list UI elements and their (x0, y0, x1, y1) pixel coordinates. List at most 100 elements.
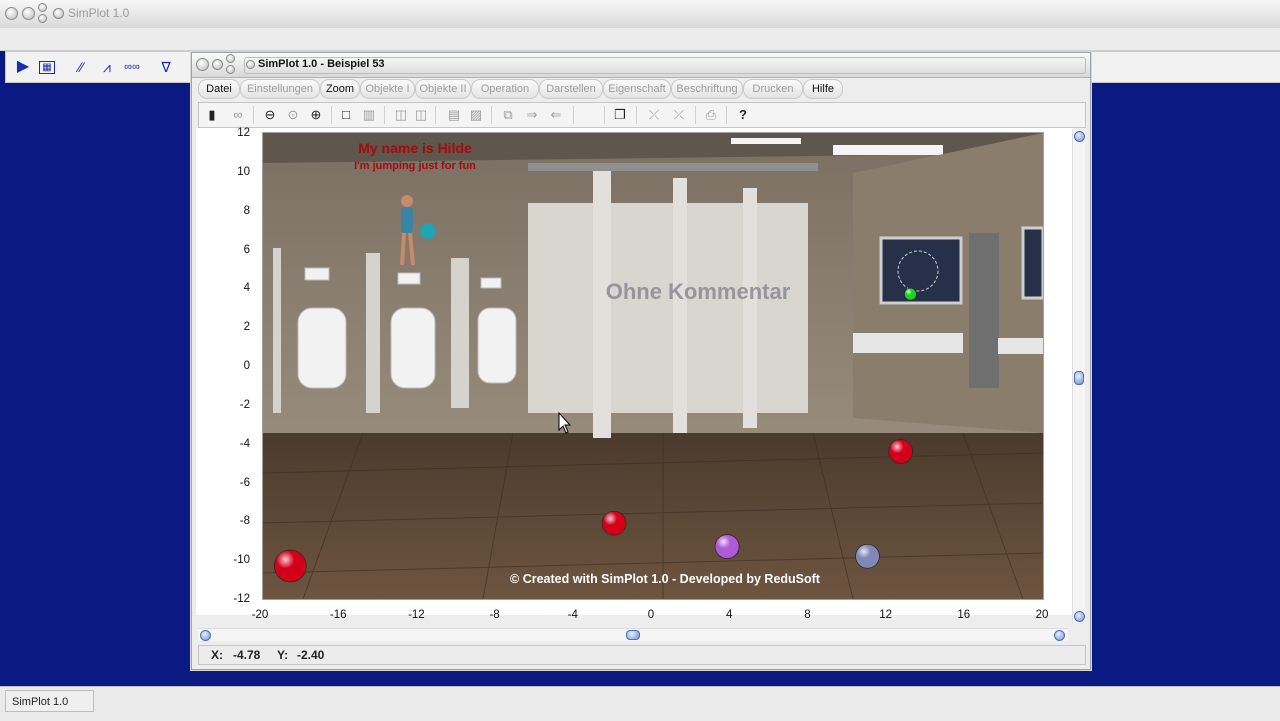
x-icon[interactable]: ⤫ (645, 106, 663, 124)
y-tick-label: -12 (233, 593, 250, 605)
zoom-in-icon[interactable]: ⊕ (307, 106, 325, 124)
y-tick-label: 0 (243, 360, 250, 372)
coordinate-bar: X: -4.78 Y: -2.40 (198, 645, 1086, 665)
menu-zoom[interactable]: Zoom (320, 79, 360, 99)
credit-text: © Created with SimPlot 1.0 - Developed b… (510, 572, 821, 586)
minimize-icon[interactable] (22, 7, 35, 20)
pages-icon[interactable]: ❐ (611, 106, 629, 124)
ball-highlight (274, 549, 307, 582)
divider (726, 106, 727, 124)
divider (253, 106, 254, 124)
menu-einstellungen[interactable]: Einstellungen (240, 79, 320, 99)
divider (384, 106, 385, 124)
arrow-left-icon[interactable]: ⇐ (547, 106, 565, 124)
window-titlebar: SimPlot 1.0 - Beispiel 53 (192, 53, 1090, 78)
maximize-icon[interactable] (226, 54, 235, 63)
divider (636, 106, 637, 124)
table-icon[interactable]: ▤ (445, 106, 463, 124)
menu-drucken[interactable]: Drucken (743, 79, 803, 99)
app-icon (53, 8, 64, 19)
line-chart-icon[interactable]: ⁄⁄ (72, 58, 90, 76)
ball-highlight (855, 544, 880, 569)
menu-objekte-ii[interactable]: Objekte II (415, 79, 471, 99)
app-statusbar: SimPlot 1.0 (0, 686, 1280, 721)
minimize-icon[interactable] (212, 59, 223, 70)
menu-objekte-i[interactable]: Objekte I (360, 79, 415, 99)
x2-icon[interactable]: ⤫ (670, 106, 688, 124)
calculator-icon[interactable]: ▦ (39, 61, 55, 74)
y-coord-value: -2.40 (297, 648, 325, 662)
divider (331, 106, 332, 124)
line-chart-2-icon[interactable]: ⩘ (98, 58, 116, 76)
phone-icon[interactable]: ▮ (203, 106, 221, 124)
stack-icon[interactable]: ⧉ (499, 106, 517, 124)
y-tick-label: 12 (237, 127, 250, 139)
divider (435, 106, 436, 124)
help-icon[interactable]: ? (734, 106, 752, 124)
y-tick-label: 6 (243, 243, 250, 256)
divider (491, 106, 492, 124)
y-tick-label: 10 (237, 165, 250, 178)
y-tick-label: -8 (239, 515, 250, 528)
plot-area[interactable]: My name is Hilde I'm jumping just for fu… (262, 132, 1044, 600)
x-coord-value: -4.78 (233, 648, 261, 662)
app-menubar (0, 28, 1280, 51)
horizontal-scrollbar[interactable] (198, 628, 1068, 641)
square-icon[interactable]: □ (337, 106, 355, 124)
x-coord-label: X: (211, 648, 223, 662)
scene-image: My name is Hilde I'm jumping just for fu… (263, 133, 1043, 599)
ball-highlight (904, 288, 917, 301)
vertical-scroll-thumb[interactable] (1074, 371, 1084, 385)
menu-datei[interactable]: Datei (198, 79, 240, 99)
y-tick-label: -4 (239, 437, 250, 450)
divider (604, 106, 605, 124)
watermark-text: Ohne Kommentar (606, 279, 791, 304)
restore-icon[interactable] (38, 14, 47, 23)
horizontal-scroll-thumb[interactable] (626, 630, 640, 640)
y-tick-label: 4 (243, 282, 250, 295)
window-title: SimPlot 1.0 - Beispiel 53 (258, 58, 385, 70)
zoom-icon[interactable]: ⊙ (284, 106, 302, 124)
oscillator-icon[interactable]: ∞∞ (123, 58, 141, 76)
menubar: Datei Einstellungen Zoom Objekte I Objekte I… (198, 79, 1084, 99)
scroll-right-icon[interactable] (1054, 630, 1065, 641)
divider (695, 106, 696, 124)
app-titlebar: SimPlot 1.0 (0, 0, 1280, 29)
ball-highlight (602, 511, 626, 536)
maximize-icon[interactable] (38, 3, 47, 12)
play-icon[interactable]: ▶ (14, 58, 32, 76)
filter-icon[interactable]: ∇ (157, 58, 175, 76)
menu-hilfe[interactable]: Hilfe (803, 79, 843, 99)
close-icon[interactable] (5, 7, 18, 20)
image-icon[interactable]: ▨ (467, 106, 485, 124)
scroll-down-icon[interactable] (1074, 611, 1085, 622)
ball-highlight (715, 534, 740, 559)
headline-text: My name is Hilde (358, 140, 472, 156)
menu-beschriftung[interactable]: Beschriftung (671, 79, 743, 99)
glasses-icon[interactable]: ∞ (229, 106, 247, 124)
subline-text: I'm jumping just for fun (354, 160, 476, 172)
scroll-up-icon[interactable] (1074, 131, 1085, 142)
y-tick-label: -6 (239, 476, 250, 489)
y-tick-label: -10 (233, 554, 250, 567)
zoom-out-icon[interactable]: ⊖ (261, 106, 279, 124)
menu-darstellen[interactable]: Darstellen (539, 79, 603, 99)
arrow-right-icon[interactable]: ⇒ (523, 106, 541, 124)
copy-b-icon[interactable]: ◫ (412, 106, 430, 124)
window-icon (246, 60, 255, 69)
menu-eigenschaft[interactable]: Eigenschaft (603, 79, 671, 99)
copy-a-icon[interactable]: ◫ (392, 106, 410, 124)
y-tick-label: 8 (243, 204, 250, 217)
vertical-scrollbar[interactable] (1072, 129, 1085, 623)
close-icon[interactable] (196, 58, 209, 71)
printer-icon[interactable]: ⎙ (702, 106, 720, 124)
scroll-left-icon[interactable] (200, 630, 211, 641)
y-coord-label: Y: (277, 648, 289, 662)
ball-highlight (888, 439, 913, 464)
restore-icon[interactable] (226, 65, 235, 74)
divider (573, 106, 574, 124)
columns-icon[interactable]: ▥ (360, 106, 378, 124)
toolbar: ▮ ∞ ⊖ ⊙ ⊕ □ ▥ ◫ ◫ ▤ ▨ ⧉ ⇒ ⇐ ❐ ⤫ ⤫ ⎙ ? (198, 102, 1086, 128)
menu-operation[interactable]: Operation (471, 79, 539, 99)
y-tick-label: 2 (243, 321, 250, 334)
